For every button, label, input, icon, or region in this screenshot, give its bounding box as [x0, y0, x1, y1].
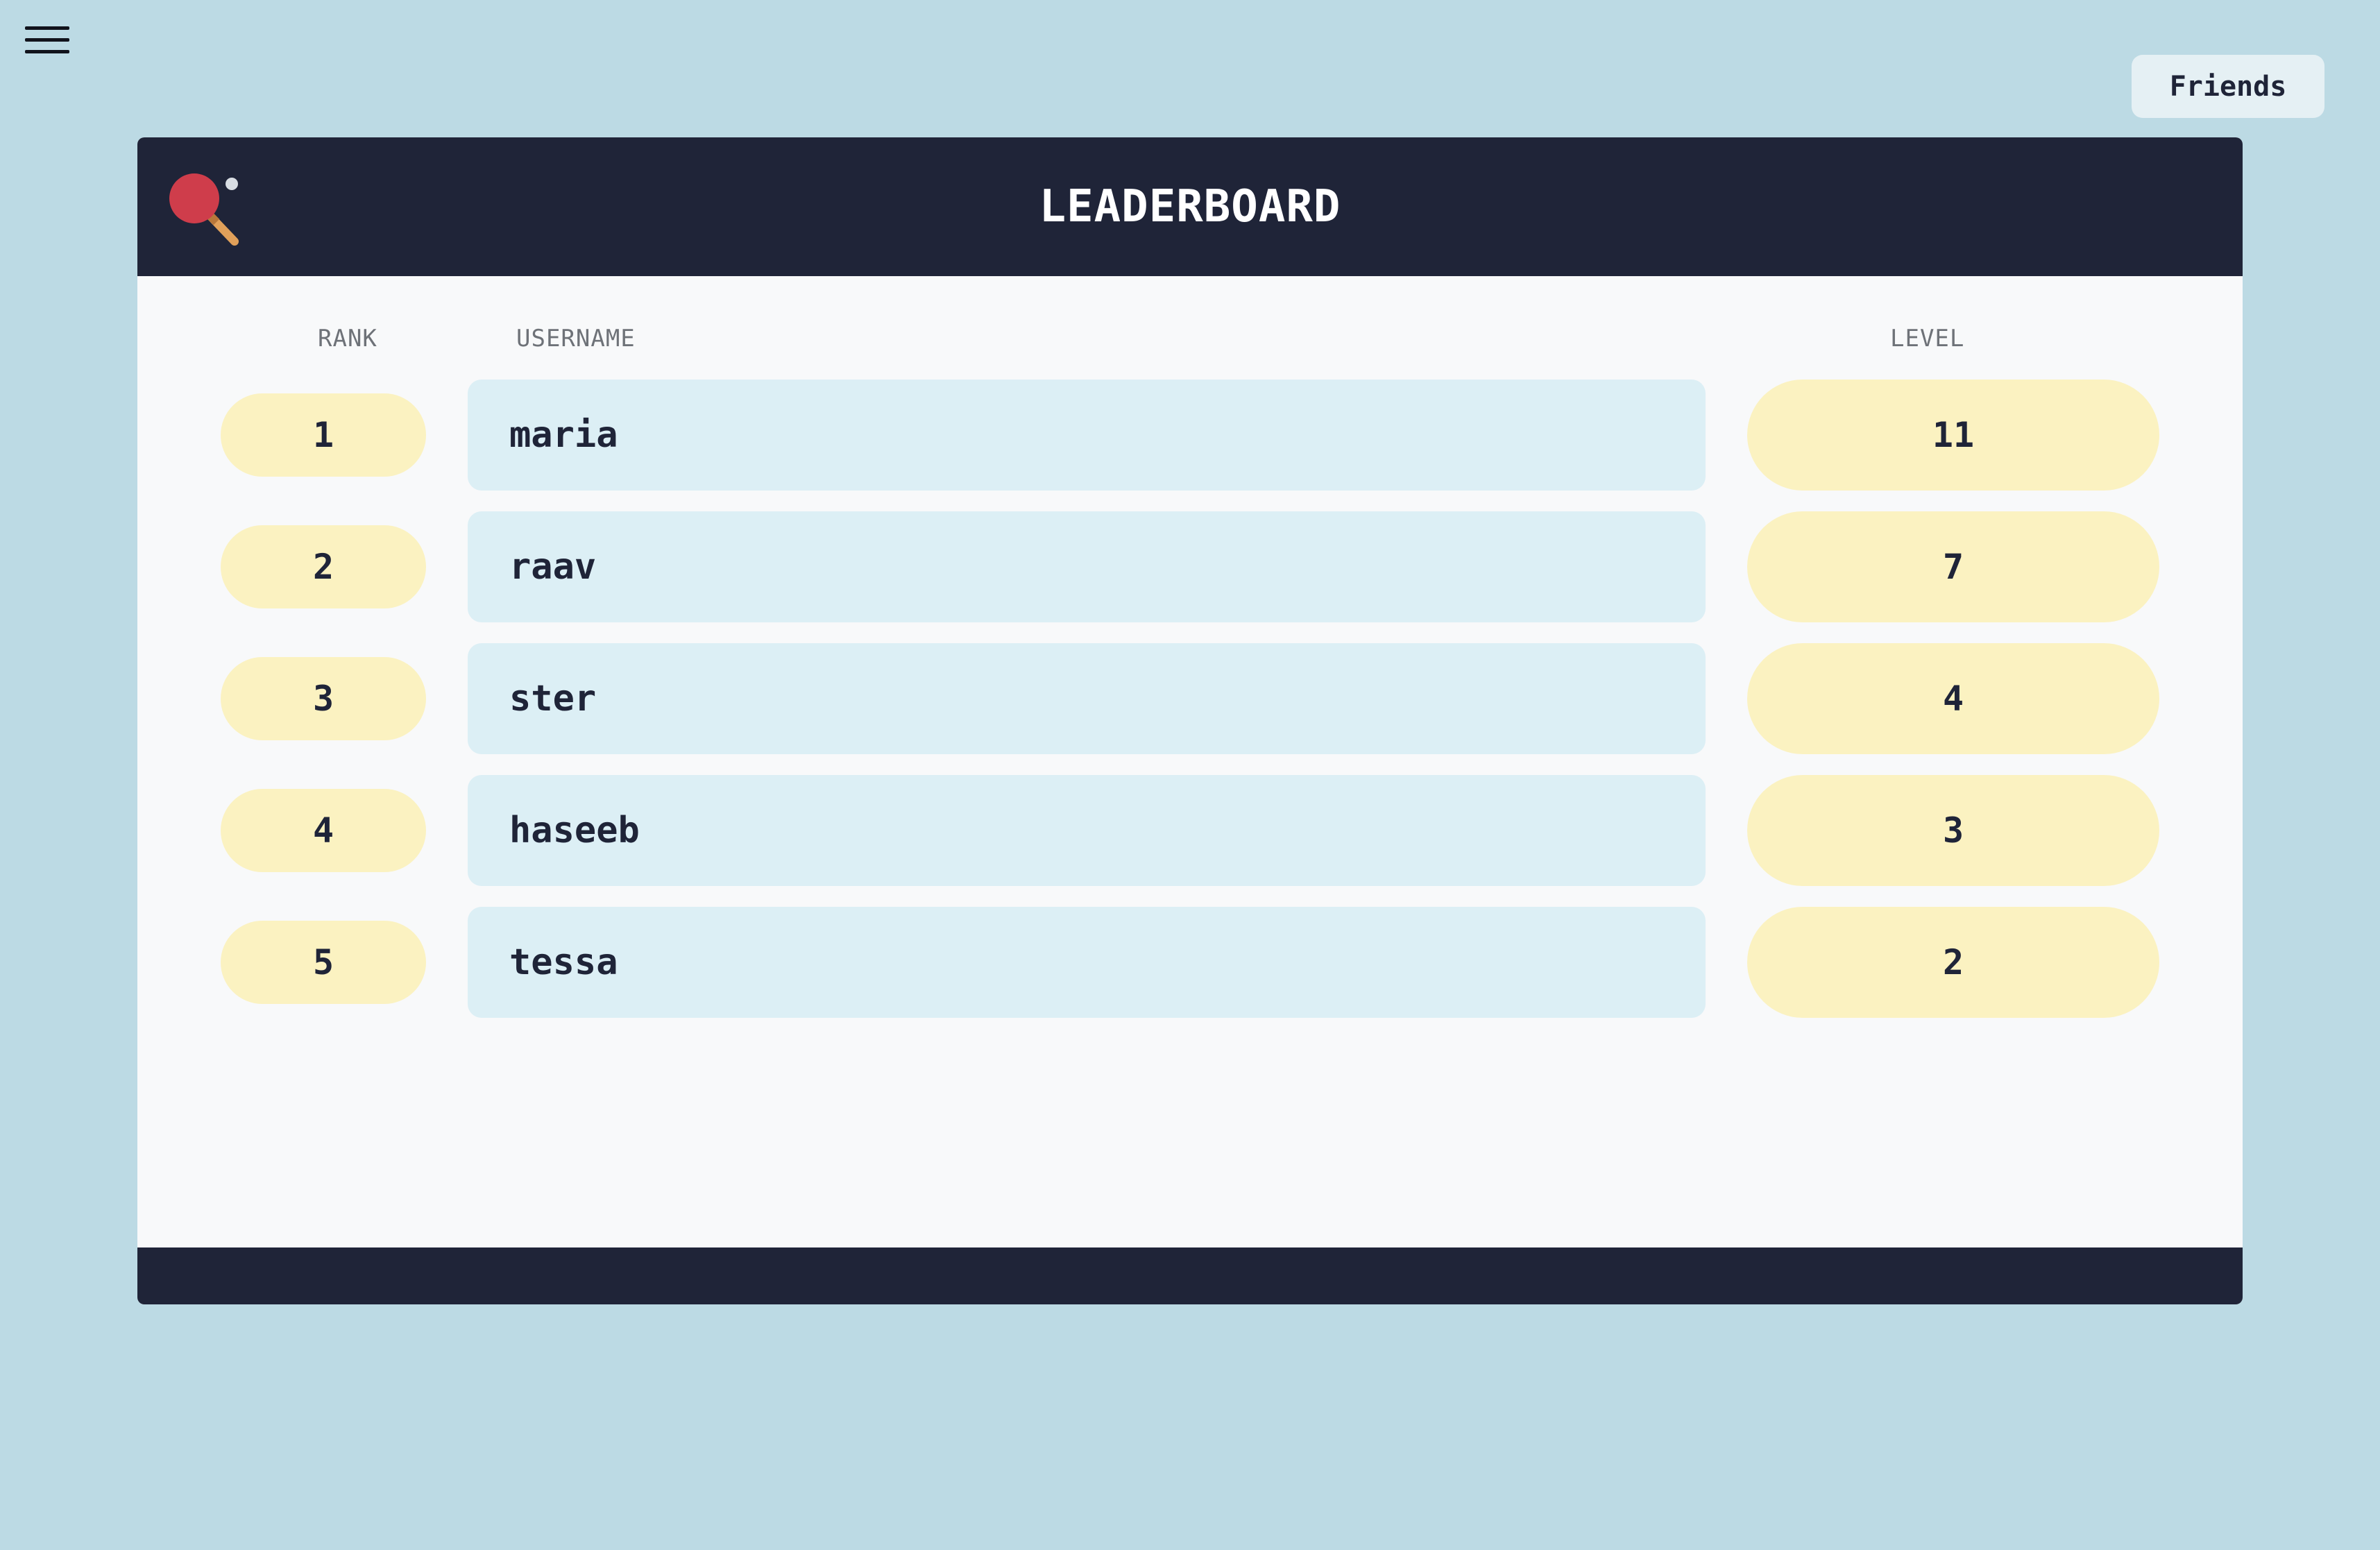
username-cell: haseeb — [468, 775, 1706, 886]
menu-bar — [25, 38, 69, 42]
leaderboard-row: 1 maria 11 — [137, 380, 2243, 491]
username-cell: tessa — [468, 907, 1706, 1018]
level-badge: 7 — [1747, 511, 2159, 622]
page-title: LEADERBOARD — [1039, 181, 1341, 232]
column-header-rank: RANK — [318, 325, 377, 352]
leaderboard-row: 3 ster 4 — [137, 643, 2243, 754]
leaderboard-panel: LEADERBOARD RANK USERNAME LEVEL 1 maria … — [137, 137, 2243, 1304]
leaderboard-row: 5 tessa 2 — [137, 907, 2243, 1018]
menu-bar — [25, 50, 69, 53]
column-header-username: USERNAME — [516, 325, 636, 352]
menu-bar — [25, 26, 69, 30]
rank-badge: 1 — [221, 393, 426, 477]
hamburger-menu-icon[interactable] — [25, 25, 69, 56]
leaderboard-footer — [137, 1247, 2243, 1304]
rank-badge: 2 — [221, 525, 426, 608]
level-badge: 11 — [1747, 380, 2159, 491]
username-cell: raav — [468, 511, 1706, 622]
leaderboard-header: LEADERBOARD — [137, 137, 2243, 276]
column-header-level: LEVEL — [1890, 325, 1965, 352]
level-badge: 2 — [1747, 907, 2159, 1018]
rank-badge: 4 — [221, 789, 426, 872]
username-cell: maria — [468, 380, 1706, 491]
level-badge: 4 — [1747, 643, 2159, 754]
friends-button[interactable]: Friends — [2132, 55, 2324, 118]
rank-badge: 5 — [221, 921, 426, 1004]
username-cell: ster — [468, 643, 1706, 754]
rank-badge: 3 — [221, 657, 426, 740]
leaderboard-row: 4 haseeb 3 — [137, 775, 2243, 886]
level-badge: 3 — [1747, 775, 2159, 886]
leaderboard-row: 2 raav 7 — [137, 511, 2243, 622]
